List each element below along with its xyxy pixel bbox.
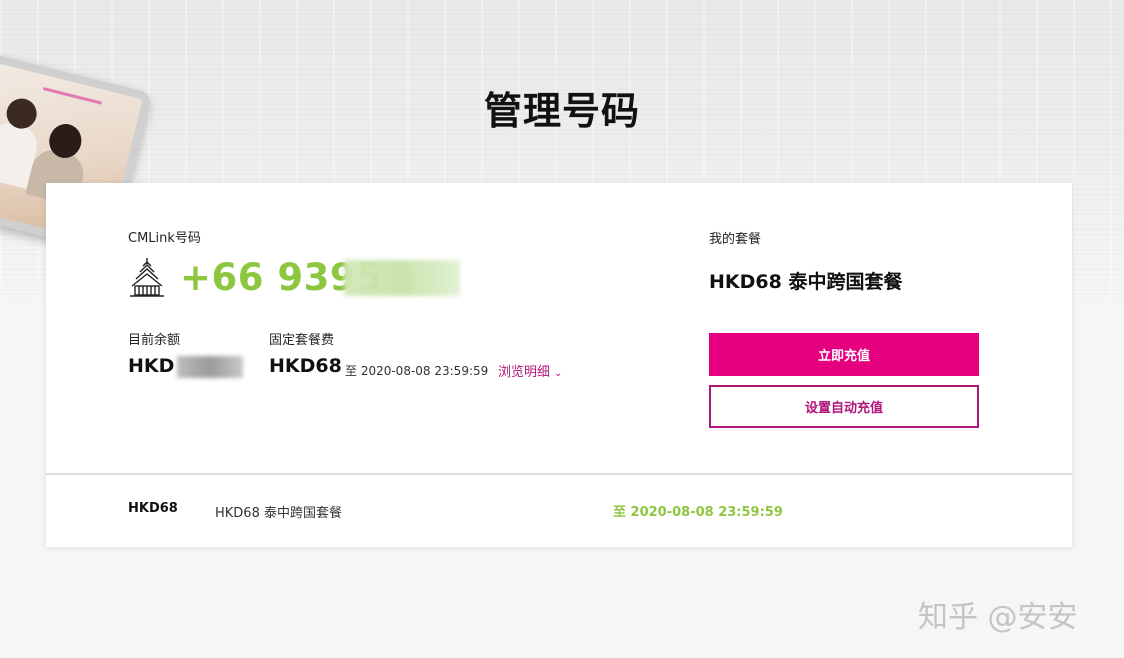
- recharge-now-button[interactable]: 立即充值: [709, 333, 979, 376]
- fee-valid-until: 至 2020-08-08 23:59:59: [345, 364, 489, 378]
- view-details-label: 浏览明细: [498, 365, 551, 380]
- page-title: 管理号码: [483, 89, 640, 133]
- package-expiry: 至 2020-08-08 23:59:59: [613, 505, 783, 520]
- fixed-fee-value: HKD68: [269, 355, 342, 377]
- fixed-fee-label: 固定套餐费: [269, 333, 335, 348]
- my-plan-value: HKD68 泰中跨国套餐: [709, 271, 903, 293]
- number-management-card: CMLink号码 +66 9395 目前余额 HKD 固定套餐费 HKD68 至…: [46, 183, 1072, 547]
- balance-label: 目前余额: [128, 333, 181, 348]
- my-plan-label: 我的套餐: [709, 232, 762, 247]
- auto-recharge-button[interactable]: 设置自动充值: [709, 385, 979, 428]
- package-name: HKD68 泰中跨国套餐: [215, 506, 342, 521]
- chevron-down-icon: ⌄: [554, 368, 563, 379]
- view-details-link[interactable]: 浏览明细 ⌄: [498, 361, 562, 380]
- phone-number-redaction: [344, 260, 460, 296]
- balance-redaction: [177, 356, 243, 378]
- zhihu-watermark: 知乎 @安安: [918, 600, 1078, 635]
- balance-value: HKD: [128, 355, 175, 377]
- number-label: CMLink号码: [128, 231, 201, 246]
- package-code: HKD68: [128, 501, 178, 516]
- thai-temple-icon: [130, 258, 164, 297]
- section-divider: [46, 473, 1072, 475]
